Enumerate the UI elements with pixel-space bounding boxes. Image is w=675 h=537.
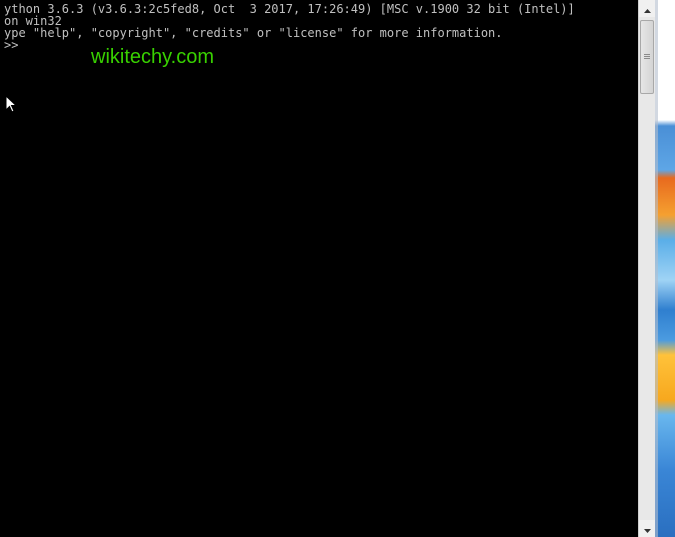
arrow-down-icon — [643, 520, 651, 537]
arrow-up-icon — [643, 0, 651, 18]
desktop-wallpaper — [655, 0, 675, 537]
mouse-pointer-icon — [5, 94, 18, 113]
watermark-text: wikitechy.com — [91, 46, 214, 68]
thumb-grip-line — [644, 56, 650, 57]
console-output[interactable]: ython 3.6.3 (v3.6.3:2c5fed8, Oct 3 2017,… — [0, 0, 638, 537]
console-line-help: ype "help", "copyright", "credits" or "l… — [4, 26, 503, 40]
scroll-down-button[interactable] — [639, 520, 655, 537]
console-prompt[interactable]: >> — [4, 39, 18, 51]
thumb-grip-line — [644, 54, 650, 55]
vertical-scrollbar[interactable] — [638, 0, 655, 537]
console-line-version: ython 3.6.3 (v3.6.3:2c5fed8, Oct 3 2017,… — [4, 2, 575, 16]
console-window: ython 3.6.3 (v3.6.3:2c5fed8, Oct 3 2017,… — [0, 0, 675, 537]
scroll-up-button[interactable] — [639, 0, 655, 17]
thumb-grip-line — [644, 58, 650, 59]
scroll-thumb[interactable] — [640, 20, 654, 94]
window-border — [655, 0, 658, 537]
